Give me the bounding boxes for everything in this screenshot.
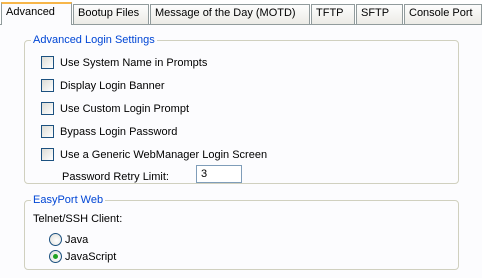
tab-console-port[interactable]: Console Port (404, 4, 482, 24)
easyport-web-legend: EasyPort Web (31, 193, 106, 207)
java-radio[interactable] (49, 233, 62, 246)
easyport-web-group: EasyPort Web Telnet/SSH Client: Java Jav… (24, 193, 459, 270)
bypass-password-checkbox[interactable] (41, 125, 54, 138)
radio-selected-dot (53, 254, 58, 259)
tab-bootup-files[interactable]: Bootup Files (73, 4, 149, 24)
tab-strip: Advanced Bootup Files Message of the Day… (0, 0, 482, 25)
javascript-label: JavaScript (65, 251, 117, 263)
generic-webmanager-checkbox[interactable] (41, 148, 54, 161)
retry-limit-label: Password Retry Limit: (62, 171, 169, 183)
tab-motd[interactable]: Message of the Day (MOTD) (150, 4, 310, 24)
retry-limit-input[interactable]: 3 (196, 165, 242, 183)
custom-prompt-checkbox[interactable] (41, 102, 54, 115)
custom-prompt-label: Use Custom Login Prompt (60, 103, 189, 115)
login-banner-checkbox[interactable] (41, 79, 54, 92)
advanced-login-legend: Advanced Login Settings (31, 33, 157, 47)
login-banner-label: Display Login Banner (60, 80, 165, 92)
generic-webmanager-label: Use a Generic WebManager Login Screen (60, 149, 268, 161)
javascript-radio[interactable] (49, 250, 62, 263)
tab-advanced[interactable]: Advanced (1, 2, 72, 25)
tab-sftp[interactable]: SFTP (356, 4, 403, 24)
bypass-password-label: Bypass Login Password (60, 126, 178, 138)
system-name-checkbox[interactable] (41, 56, 54, 69)
advanced-login-group: Advanced Login Settings Use System Name … (24, 33, 459, 184)
system-name-label: Use System Name in Prompts (60, 57, 208, 69)
tab-panel: Advanced Login Settings Use System Name … (0, 24, 482, 278)
java-label: Java (65, 234, 89, 246)
tab-tftp[interactable]: TFTP (311, 4, 355, 24)
telnet-ssh-client-label: Telnet/SSH Client: (33, 213, 123, 225)
